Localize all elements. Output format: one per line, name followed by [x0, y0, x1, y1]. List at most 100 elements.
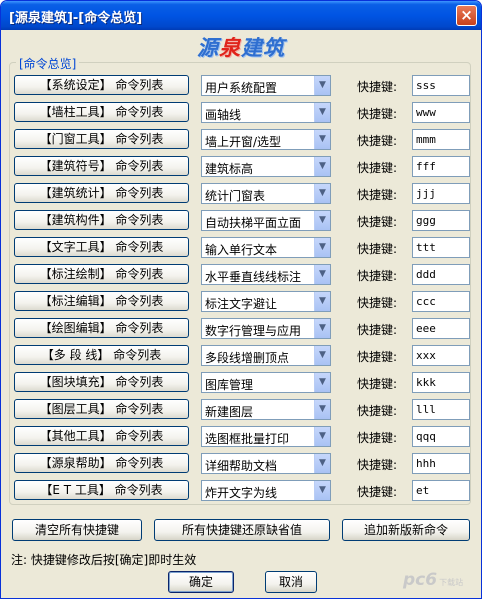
chevron-down-icon[interactable]: ▼ [314, 238, 330, 257]
clear-all-hotkeys-button[interactable]: 清空所有快捷键 [12, 519, 142, 541]
command-row: 【标注编辑】 命令列表 标注文字避让 ▼ 快捷键: ccc [14, 291, 470, 313]
chevron-down-icon[interactable]: ▼ [314, 211, 330, 230]
command-select-value: 画轴线 [205, 108, 242, 122]
command-row: 【墙柱工具】 命令列表 画轴线 ▼ 快捷键: www [14, 102, 470, 124]
command-select-value: 用户系统配置 [205, 81, 278, 95]
hotkey-label: 快捷键: [357, 296, 398, 310]
command-select[interactable]: 标注文字避让 ▼ [201, 291, 331, 312]
chevron-down-icon[interactable]: ▼ [314, 454, 330, 473]
command-list-button[interactable]: 【标注绘制】 命令列表 [14, 264, 189, 284]
append-new-commands-button[interactable]: 追加新版新命令 [342, 519, 470, 541]
chevron-down-icon[interactable]: ▼ [314, 481, 330, 500]
hotkey-label: 快捷键: [357, 404, 398, 418]
command-select[interactable]: 统计门窗表 ▼ [201, 183, 331, 204]
hotkey-label: 快捷键: [357, 215, 398, 229]
command-select-value: 统计门窗表 [205, 189, 266, 203]
command-list-button[interactable]: 【其他工具】 命令列表 [14, 426, 189, 446]
title-bar[interactable]: [源泉建筑]-[命令总览] × [1, 1, 481, 30]
command-select[interactable]: 输入单行文本 ▼ [201, 237, 331, 258]
hotkey-input[interactable]: lll [412, 399, 470, 420]
chevron-down-icon[interactable]: ▼ [314, 76, 330, 95]
command-select[interactable]: 数字行管理与应用 ▼ [201, 318, 331, 339]
chevron-down-icon[interactable]: ▼ [314, 130, 330, 149]
chevron-down-icon[interactable]: ▼ [314, 427, 330, 446]
command-list-button[interactable]: 【墙柱工具】 命令列表 [14, 102, 189, 122]
hotkey-label: 快捷键: [357, 269, 398, 283]
hint-note: 注: 快捷键修改后按[确定]即时生效 [11, 553, 197, 567]
command-select[interactable]: 详细帮助文档 ▼ [201, 453, 331, 474]
hotkey-input[interactable]: hhh [412, 453, 470, 474]
command-list-button[interactable]: 【绘图编辑】 命令列表 [14, 318, 189, 338]
command-list-button[interactable]: 【系统设定】 命令列表 [14, 75, 189, 95]
command-select-value: 详细帮助文档 [205, 459, 278, 473]
hotkey-input[interactable]: mmm [412, 129, 470, 150]
cancel-button[interactable]: 取消 [265, 571, 317, 593]
command-select-value: 标注文字避让 [205, 297, 278, 311]
hotkey-input[interactable]: et [412, 480, 470, 501]
chevron-down-icon[interactable]: ▼ [314, 319, 330, 338]
hotkey-label: 快捷键: [357, 242, 398, 256]
chevron-down-icon[interactable]: ▼ [314, 373, 330, 392]
hotkey-label: 快捷键: [357, 161, 398, 175]
command-select[interactable]: 建筑标高 ▼ [201, 156, 331, 177]
command-list-button[interactable]: 【图块填充】 命令列表 [14, 372, 189, 392]
hotkey-input[interactable]: jjj [412, 183, 470, 204]
chevron-down-icon[interactable]: ▼ [314, 103, 330, 122]
command-row: 【建筑统计】 命令列表 统计门窗表 ▼ 快捷键: jjj [14, 183, 470, 205]
window-title: [源泉建筑]-[命令总览] [9, 11, 143, 26]
command-row: 【绘图编辑】 命令列表 数字行管理与应用 ▼ 快捷键: eee [14, 318, 470, 340]
command-select[interactable]: 选图框批量打印 ▼ [201, 426, 331, 447]
hotkey-label: 快捷键: [357, 107, 398, 121]
chevron-down-icon[interactable]: ▼ [314, 157, 330, 176]
chevron-down-icon[interactable]: ▼ [314, 400, 330, 419]
command-list-button[interactable]: 【建筑统计】 命令列表 [14, 183, 189, 203]
command-select[interactable]: 多段线增删顶点 ▼ [201, 345, 331, 366]
command-select[interactable]: 墙上开窗/选型 ▼ [201, 129, 331, 150]
hotkey-input[interactable]: ddd [412, 264, 470, 285]
command-row: 【文字工具】 命令列表 输入单行文本 ▼ 快捷键: ttt [14, 237, 470, 259]
close-icon: × [460, 6, 473, 24]
chevron-down-icon[interactable]: ▼ [314, 265, 330, 284]
command-select[interactable]: 画轴线 ▼ [201, 102, 331, 123]
command-select-value: 炸开文字为线 [205, 486, 278, 500]
hotkey-input[interactable]: ttt [412, 237, 470, 258]
command-list-button[interactable]: 【门窗工具】 命令列表 [14, 129, 189, 149]
command-list-button[interactable]: 【图层工具】 命令列表 [14, 399, 189, 419]
hotkey-input[interactable]: www [412, 102, 470, 123]
command-select-value: 新建图层 [205, 405, 254, 419]
command-list-button[interactable]: 【文字工具】 命令列表 [14, 237, 189, 257]
ok-button[interactable]: 确定 [168, 571, 234, 593]
command-select[interactable]: 用户系统配置 ▼ [201, 75, 331, 96]
command-select[interactable]: 炸开文字为线 ▼ [201, 480, 331, 501]
hotkey-label: 快捷键: [357, 485, 398, 499]
command-list-button[interactable]: 【标注编辑】 命令列表 [14, 291, 189, 311]
close-button[interactable]: × [456, 5, 477, 26]
hotkey-input[interactable]: ggg [412, 210, 470, 231]
chevron-down-icon[interactable]: ▼ [314, 184, 330, 203]
command-list-button[interactable]: 【建筑符号】 命令列表 [14, 156, 189, 176]
command-list-button[interactable]: 【建筑构件】 命令列表 [14, 210, 189, 230]
hotkey-label: 快捷键: [357, 134, 398, 148]
command-select[interactable]: 水平垂直线线标注 ▼ [201, 264, 331, 285]
hotkey-input[interactable]: kkk [412, 372, 470, 393]
command-row: 【其他工具】 命令列表 选图框批量打印 ▼ 快捷键: qqq [14, 426, 470, 448]
hotkey-input[interactable]: qqq [412, 426, 470, 447]
hotkey-input[interactable]: sss [412, 75, 470, 96]
command-select[interactable]: 新建图层 ▼ [201, 399, 331, 420]
command-select[interactable]: 图库管理 ▼ [201, 372, 331, 393]
command-row: 【图块填充】 命令列表 图库管理 ▼ 快捷键: kkk [14, 372, 470, 394]
hotkey-input[interactable]: ccc [412, 291, 470, 312]
chevron-down-icon[interactable]: ▼ [314, 346, 330, 365]
command-list-button[interactable]: 【源泉帮助】 命令列表 [14, 453, 189, 473]
command-list-button[interactable]: 【E T 工具】 命令列表 [14, 480, 189, 500]
restore-default-hotkeys-button[interactable]: 所有快捷键还原缺省值 [154, 519, 330, 541]
hotkey-input[interactable]: xxx [412, 345, 470, 366]
chevron-down-icon[interactable]: ▼ [314, 292, 330, 311]
command-select-value: 建筑标高 [205, 162, 254, 176]
hotkey-label: 快捷键: [357, 458, 398, 472]
command-select[interactable]: 自动扶梯平面立面 ▼ [201, 210, 331, 231]
hotkey-input[interactable]: fff [412, 156, 470, 177]
command-row: 【门窗工具】 命令列表 墙上开窗/选型 ▼ 快捷键: mmm [14, 129, 470, 151]
hotkey-input[interactable]: eee [412, 318, 470, 339]
command-list-button[interactable]: 【多 段 线】 命令列表 [14, 345, 189, 365]
